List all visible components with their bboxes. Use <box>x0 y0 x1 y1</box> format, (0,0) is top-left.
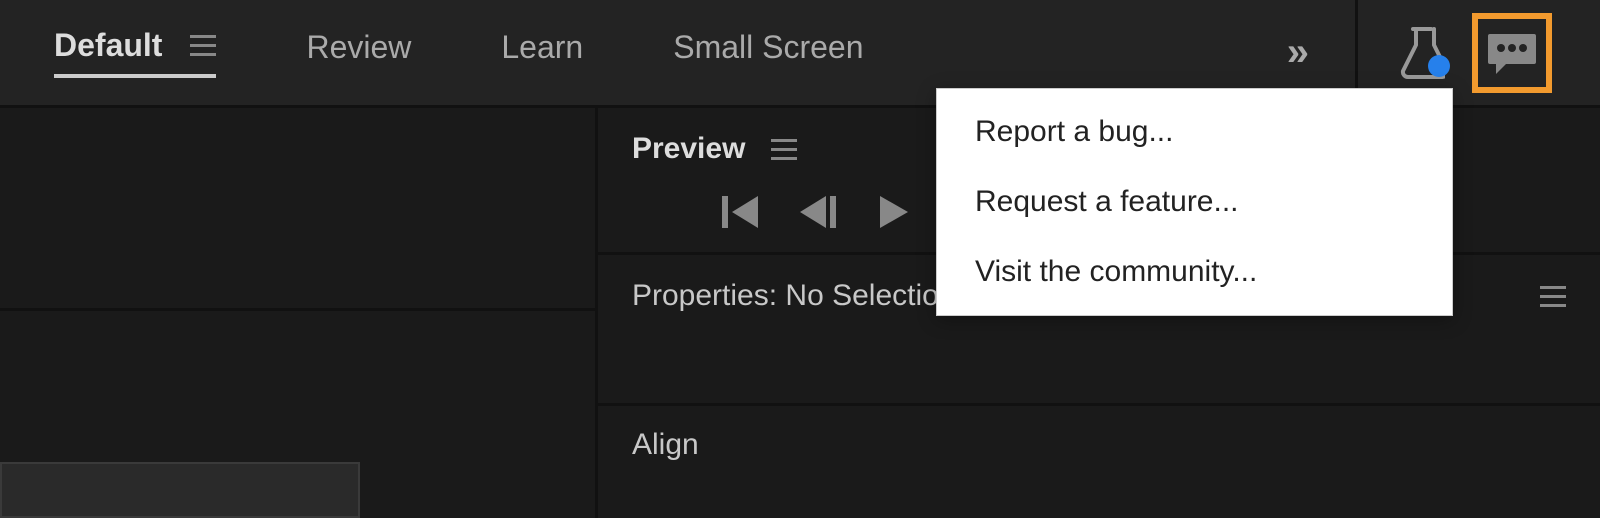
play-icon[interactable] <box>878 196 910 228</box>
labs-button[interactable] <box>1392 23 1452 83</box>
overflow-button[interactable]: » <box>1267 30 1325 75</box>
workspace-tab-default[interactable]: Default <box>54 27 216 78</box>
workspace-tab-label: Review <box>306 29 411 66</box>
skip-back-icon[interactable] <box>722 196 762 228</box>
workspace-tab-label: Small Screen <box>673 29 863 66</box>
thumbnail-item[interactable] <box>0 462 360 518</box>
properties-title: Properties: No Selection <box>632 279 956 313</box>
feedback-button[interactable] <box>1472 13 1552 93</box>
align-panel-header: Align <box>598 406 1600 478</box>
align-panel: Align <box>598 406 1600 478</box>
dropdown-item-report-bug[interactable]: Report a bug... <box>937 97 1452 167</box>
menu-icon[interactable] <box>771 139 797 160</box>
menu-icon[interactable] <box>190 35 216 56</box>
align-title: Align <box>632 428 699 462</box>
feedback-dropdown: Report a bug... Request a feature... Vis… <box>936 88 1453 316</box>
dropdown-item-request-feature[interactable]: Request a feature... <box>937 167 1452 237</box>
workspace-tab-label: Learn <box>501 29 583 66</box>
notification-badge-icon <box>1428 55 1450 77</box>
workspace-tab-learn[interactable]: Learn <box>501 29 583 76</box>
step-back-icon[interactable] <box>798 196 842 228</box>
left-top-panel <box>0 108 595 311</box>
menu-icon[interactable] <box>1540 286 1566 307</box>
workspace-tabs: Default Review Learn Small Screen <box>54 27 864 78</box>
dropdown-item-visit-community[interactable]: Visit the community... <box>937 237 1452 307</box>
workspace-tab-label: Default <box>54 27 162 64</box>
workspace-tab-small-screen[interactable]: Small Screen <box>673 29 863 76</box>
left-bottom-panel <box>0 311 595 518</box>
workspace-tab-review[interactable]: Review <box>306 29 411 76</box>
left-column <box>0 108 598 518</box>
speech-bubble-icon <box>1486 30 1538 76</box>
preview-title: Preview <box>632 132 745 166</box>
